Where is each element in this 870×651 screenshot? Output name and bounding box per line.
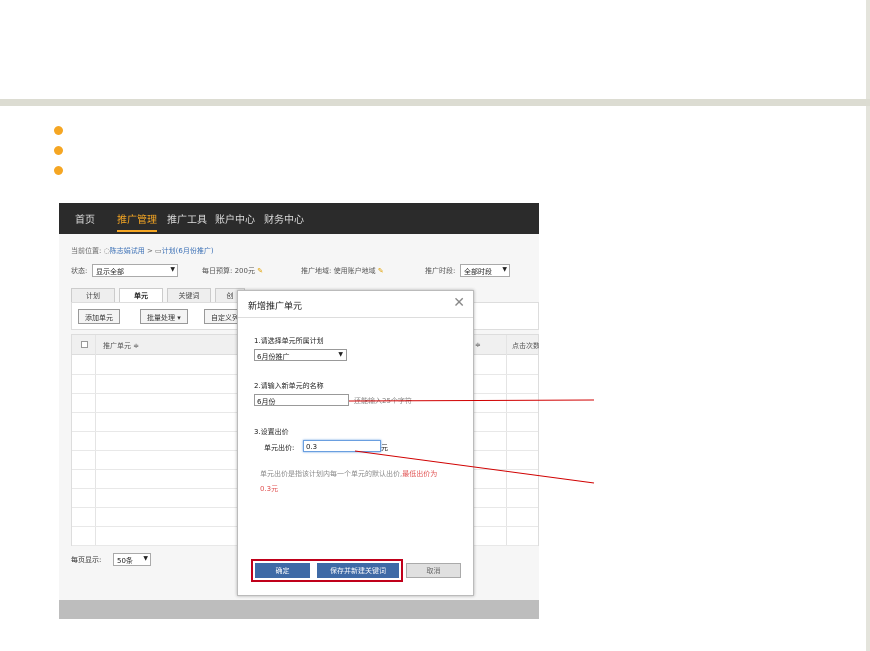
pencil-icon[interactable]: ✎ <box>257 267 263 275</box>
col-sort-icon[interactable]: ≑ <box>475 341 481 349</box>
right-border <box>866 0 870 651</box>
bid-note-text: 单元出价是指该计划内每一个单元的默认出价, <box>260 470 403 478</box>
pager: 每页显示: <box>71 555 101 565</box>
region-label: 推广地域: <box>301 267 332 275</box>
screenshot-bottom-shade <box>59 600 539 619</box>
budget-value: 200元 <box>234 267 255 275</box>
bullet-1 <box>54 126 63 135</box>
time-label: 推广时段: <box>425 267 456 275</box>
name-char-hint: 还能输入25个字符 <box>354 397 412 405</box>
col-unit-name[interactable]: 推广单元 ≑ <box>103 341 139 351</box>
cancel-button[interactable]: 取消 <box>406 563 461 578</box>
budget-label: 每日预算: <box>202 267 233 275</box>
bid-note: 单元出价是指该计划内每一个单元的默认出价,最低出价为 0.3元 <box>260 467 460 497</box>
status-row: 状态: <box>71 266 87 276</box>
breadcrumb-account[interactable]: 陈志娟试用 <box>110 247 145 255</box>
budget-info: 每日预算: 200元 ✎ <box>202 266 263 276</box>
select-all-checkbox[interactable] <box>81 341 88 348</box>
tab-unit[interactable]: 单元 <box>119 288 163 302</box>
batch-button[interactable]: 批量处理 ▾ <box>140 309 188 324</box>
status-select[interactable]: 显示全部 ▼ <box>92 264 178 277</box>
nav-account-center[interactable]: 账户中心 <box>215 211 255 226</box>
nav-promotion-tools[interactable]: 推广工具 <box>167 211 207 226</box>
bid-label: 单元出价: <box>264 444 295 452</box>
slide: 首页 推广管理 推广工具 账户中心 财务中心 当前位置: ◌陈志娟试用 > ▭计… <box>0 0 870 651</box>
tab-keyword[interactable]: 关键词 <box>167 288 211 302</box>
breadcrumb-separator: > <box>146 247 153 255</box>
bullet-2 <box>54 146 63 155</box>
header-divider <box>0 99 870 106</box>
folder-icon: ▭ <box>155 247 162 255</box>
step1-label: 1.请选择单元所属计划 <box>254 337 324 345</box>
time-select[interactable]: 全部时段 ▼ <box>460 264 510 277</box>
breadcrumb-plan[interactable]: 计划(6月份推广) <box>162 247 214 255</box>
dialog-title: 新增推广单元 <box>248 302 303 312</box>
bid-input[interactable]: 0.3 <box>303 440 381 452</box>
col-clicks[interactable]: 点击次数 <box>512 341 539 351</box>
bid-note-min: 最低出价为 <box>402 470 438 478</box>
page-size-value: 50条 <box>117 557 133 565</box>
step2-label: 2.请输入新单元的名称 <box>254 382 324 390</box>
step3-label: 3.设置出价 <box>254 428 289 436</box>
unit-name-input[interactable]: 6月份 <box>254 394 349 406</box>
breadcrumb-prefix: 当前位置: <box>71 247 102 255</box>
nav-home[interactable]: 首页 <box>75 211 95 226</box>
breadcrumb: 当前位置: ◌陈志娟试用 > ▭计划(6月份推广) <box>71 246 214 256</box>
chevron-down-icon: ▼ <box>502 266 507 273</box>
caret-down-icon: ▾ <box>177 314 181 322</box>
close-icon[interactable]: ✕ <box>453 295 465 311</box>
bid-note-min-value: 0.3元 <box>260 485 279 493</box>
nav-finance-center[interactable]: 财务中心 <box>264 211 304 226</box>
plan-select-value: 6月份推广 <box>257 353 290 361</box>
nav-promotion-management[interactable]: 推广管理 <box>117 211 157 232</box>
tab-plan[interactable]: 计划 <box>71 288 115 302</box>
status-select-value: 显示全部 <box>96 268 124 276</box>
pager-label: 每页显示: <box>71 556 102 564</box>
add-unit-button[interactable]: 添加单元 <box>78 309 120 324</box>
time-select-value: 全部时段 <box>464 268 492 276</box>
bullet-3 <box>54 166 63 175</box>
chevron-down-icon: ▼ <box>143 555 148 562</box>
page-size-select[interactable]: 50条 ▼ <box>113 553 151 566</box>
plan-select[interactable]: 6月份推广 ▼ <box>254 349 347 361</box>
bid-unit: 元 <box>381 444 388 452</box>
top-nav: 首页 推广管理 推广工具 账户中心 财务中心 <box>59 203 539 234</box>
region-value: 使用账户地域 <box>333 267 376 275</box>
chevron-down-icon: ▼ <box>170 266 175 273</box>
status-label: 状态: <box>71 267 88 275</box>
time-info: 推广时段: <box>425 266 455 276</box>
chevron-down-icon: ▼ <box>338 351 343 358</box>
batch-button-label: 批量处理 <box>147 314 175 322</box>
region-info: 推广地域: 使用账户地域 ✎ <box>301 266 384 276</box>
save-and-new-keyword-button[interactable]: 保存并新建关键词 <box>317 563 399 578</box>
new-unit-dialog: 新增推广单元 ✕ 1.请选择单元所属计划 6月份推广 ▼ 2.请输入新单元的名称… <box>237 290 474 596</box>
dialog-divider <box>238 317 473 318</box>
confirm-button[interactable]: 确定 <box>255 563 310 578</box>
pencil-icon[interactable]: ✎ <box>378 267 384 275</box>
